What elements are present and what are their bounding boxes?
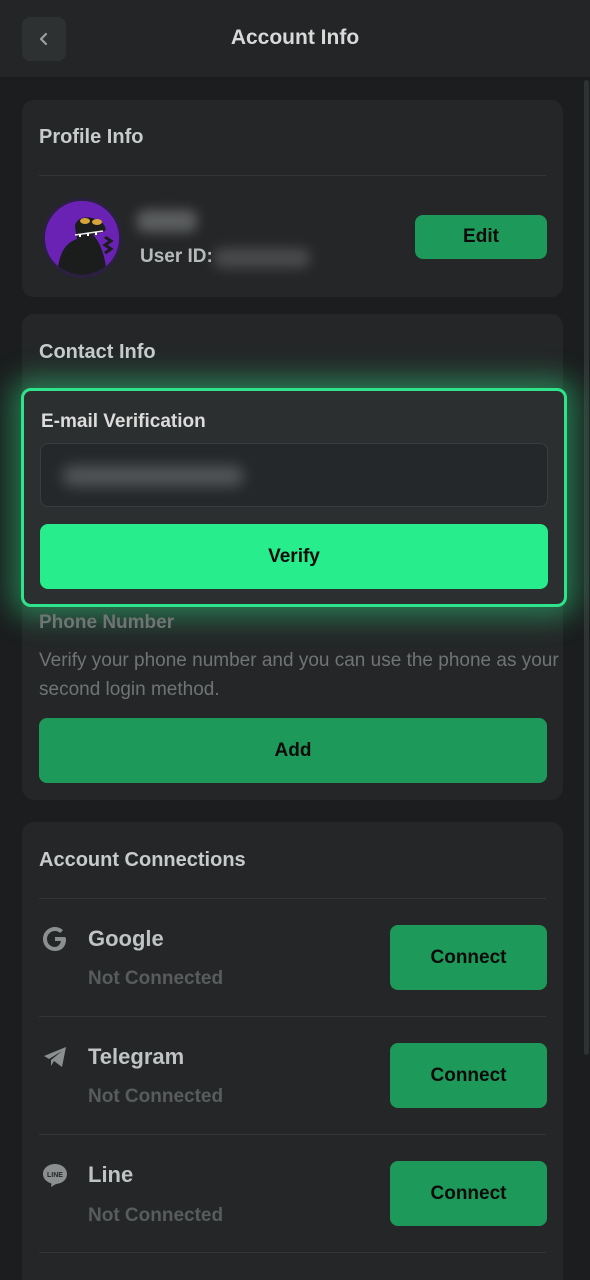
- google-status: Not Connected: [88, 968, 224, 989]
- phone-number-description: Verify your phone number and you can use…: [39, 650, 559, 700]
- email-verification-section: E-mail Verification Verify: [21, 388, 567, 607]
- username-redacted: [137, 210, 197, 232]
- svg-text:LINE: LINE: [47, 1172, 63, 1179]
- divider: [39, 898, 546, 899]
- line-status: Not Connected: [88, 1205, 224, 1226]
- connect-google-button[interactable]: Connect: [390, 925, 547, 990]
- account-connections-title: Account Connections: [39, 849, 246, 871]
- line-label: Line: [88, 1162, 134, 1187]
- telegram-status: Not Connected: [88, 1086, 224, 1107]
- edit-button[interactable]: Edit: [415, 215, 547, 259]
- add-phone-button[interactable]: Add: [39, 718, 547, 783]
- email-field[interactable]: [40, 443, 548, 507]
- avatar-image: [45, 201, 119, 275]
- divider: [39, 175, 546, 176]
- contact-info-title: Contact Info: [39, 341, 156, 363]
- email-verification-label: E-mail Verification: [41, 411, 206, 432]
- verify-button[interactable]: Verify: [40, 524, 548, 589]
- line-icon: LINE: [40, 1160, 70, 1190]
- top-bar: Account Info: [0, 0, 590, 78]
- google-label: Google: [88, 926, 164, 951]
- divider: [39, 1134, 546, 1135]
- user-id-label: User ID:: [140, 246, 213, 267]
- account-connections-card: Account Connections Google Not Connected…: [22, 822, 563, 1280]
- google-icon: [40, 924, 70, 954]
- email-redacted: [63, 466, 243, 486]
- page-title: Account Info: [230, 26, 360, 49]
- telegram-label: Telegram: [88, 1044, 185, 1069]
- avatar: [42, 198, 122, 278]
- connect-line-button[interactable]: Connect: [390, 1161, 547, 1226]
- profile-info-card: Profile Info User ID: Edit: [22, 100, 563, 297]
- connect-telegram-button[interactable]: Connect: [390, 1043, 547, 1108]
- telegram-icon: [40, 1042, 70, 1072]
- user-id-redacted: [214, 248, 310, 268]
- divider: [39, 1252, 546, 1253]
- scrollbar[interactable]: [584, 80, 589, 1055]
- profile-info-title: Profile Info: [39, 126, 144, 148]
- phone-number-label: Phone Number: [39, 612, 175, 633]
- divider: [39, 1016, 546, 1017]
